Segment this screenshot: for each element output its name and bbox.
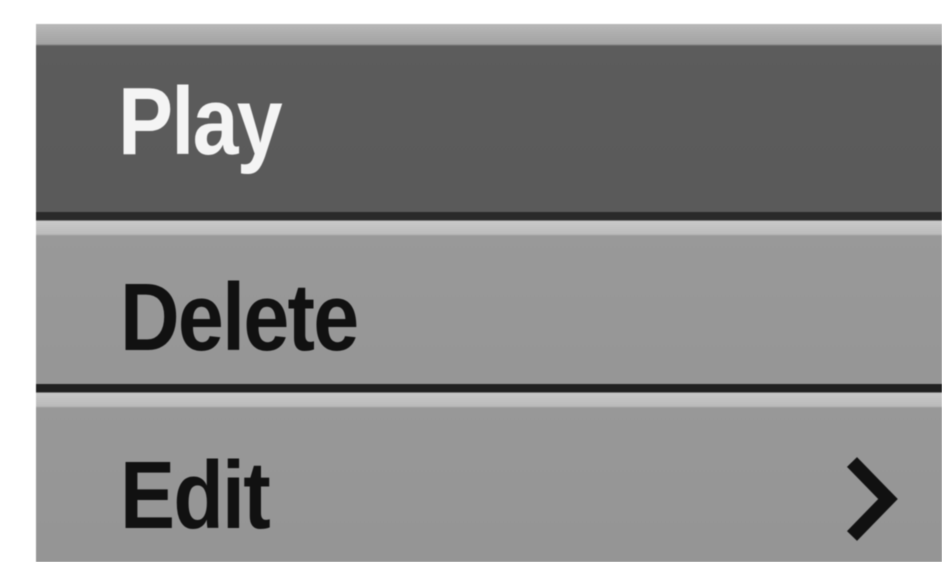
menu-item-delete-label: Delete xyxy=(120,264,359,371)
menu-item-edit[interactable]: Edit xyxy=(36,384,942,562)
menu-item-delete[interactable]: Delete xyxy=(36,212,942,384)
chevron-right-icon xyxy=(846,457,898,541)
menu-item-edit-label: Edit xyxy=(120,442,271,549)
context-menu: Play Delete Edit xyxy=(36,24,942,562)
menu-item-play-label: Play xyxy=(118,68,283,175)
menu-item-play[interactable]: Play xyxy=(36,24,942,212)
